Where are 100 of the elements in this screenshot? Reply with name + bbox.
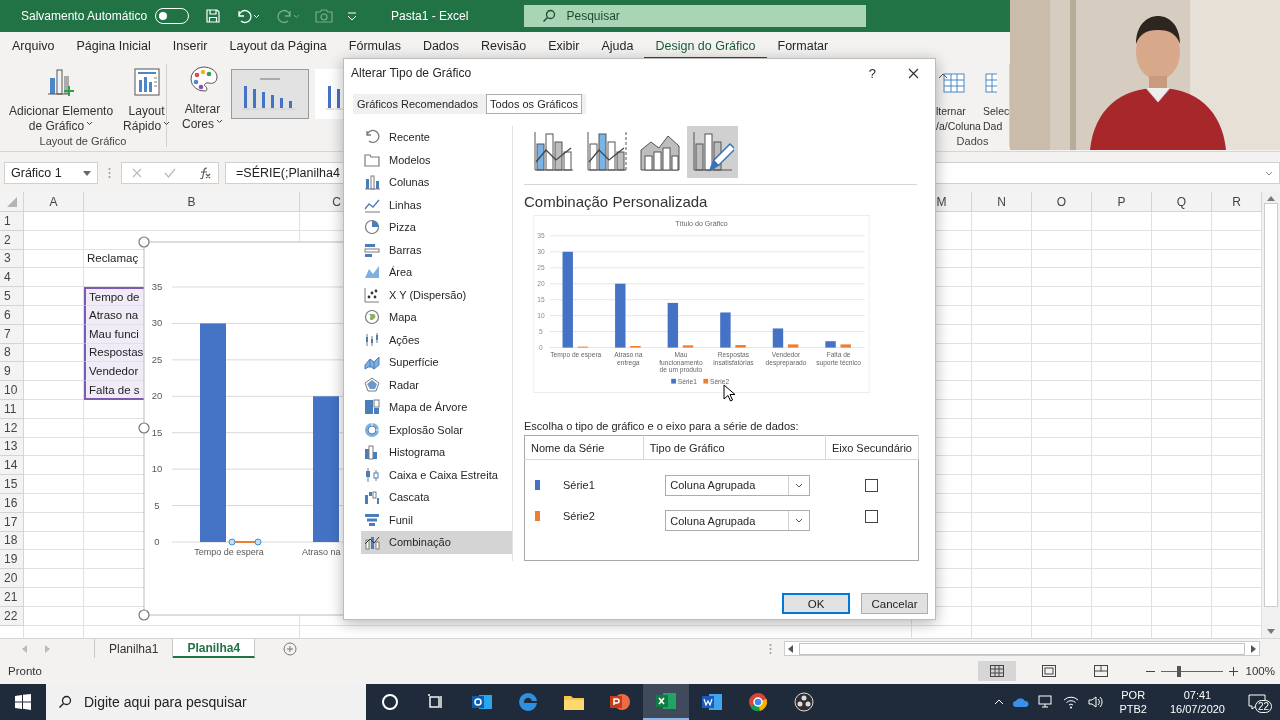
row-header[interactable]: 1	[0, 212, 24, 231]
windows-logo-icon	[15, 694, 31, 710]
cloud-icon	[1013, 697, 1030, 707]
column-header[interactable]: P	[1092, 192, 1152, 212]
column-header[interactable]: R	[1212, 192, 1262, 212]
document-icon	[701, 692, 723, 712]
chart-type-item[interactable]: Barras	[361, 238, 512, 261]
autosave-label: Salvamento Automático	[21, 9, 148, 23]
chart-type-item[interactable]: Superfície	[361, 351, 512, 374]
scatter-chart-icon	[364, 286, 380, 303]
clock-time[interactable]: 07:41	[1183, 688, 1212, 702]
ok-button[interactable]: OK	[782, 593, 850, 614]
chart-type-item[interactable]: Mapa	[361, 306, 512, 329]
group-label: Dados	[955, 134, 990, 148]
folder-icon	[364, 151, 380, 168]
vertical-dots-icon	[769, 642, 772, 655]
search-field[interactable]: Digite aqui para pesquisar	[46, 684, 366, 720]
chart-type-item[interactable]: Colunas	[361, 171, 512, 194]
expand-icon	[1265, 170, 1273, 176]
axis-label: 20	[151, 390, 163, 402]
view-button[interactable]	[977, 661, 1016, 681]
search-field[interactable]: Pesquisar	[524, 5, 867, 27]
chart-type-item[interactable]: Combinação	[361, 531, 512, 554]
chart-type-dropdown[interactable]: Coluna Agrupada	[665, 510, 811, 532]
chart-type-item[interactable]: Caixa e Caixa Estreita	[361, 463, 512, 486]
ribbon-tab[interactable]: Formatar	[766, 32, 840, 60]
column-pencil-icon	[691, 130, 734, 174]
horizontal-scrollbar[interactable]	[784, 641, 1260, 656]
ribbon-button[interactable]: Alterar Cores	[177, 64, 228, 132]
row-header[interactable]: 10	[0, 381, 24, 400]
chart-type-item[interactable]: Pizza	[361, 216, 512, 239]
row-header[interactable]: 9	[0, 362, 24, 382]
clock-date[interactable]: 16/07/2020	[1169, 702, 1225, 716]
secondary-axis-checkbox[interactable]	[865, 510, 879, 524]
ribbon-tab[interactable]: Revisão	[470, 32, 538, 60]
chart-type-item[interactable]: Ações	[361, 328, 512, 351]
slider-thumb[interactable]	[1177, 665, 1182, 677]
column-header[interactable]: N	[972, 192, 1032, 212]
keyboard-indicator[interactable]: PTB2	[1119, 702, 1147, 716]
chart-type-item[interactable]: Recente	[361, 126, 512, 149]
chart-type-dropdown[interactable]: Coluna Agrupada	[665, 474, 811, 496]
network-icon	[1038, 695, 1055, 709]
chart-type-item[interactable]: Histograma	[361, 441, 512, 464]
column-header[interactable]: O	[1032, 192, 1092, 212]
bar-chart-icon	[364, 241, 380, 258]
column-line-chart-icon	[532, 130, 575, 174]
dialog-tab[interactable]: Gráficos Recomendados	[353, 94, 483, 114]
chart-type-item[interactable]: Funil	[361, 508, 512, 531]
row-header[interactable]: 19	[0, 550, 24, 570]
category-label: Tempo de espera	[194, 547, 264, 557]
chart-type-item[interactable]: Radar	[361, 373, 512, 396]
help-button[interactable]: ?	[868, 65, 876, 81]
secondary-axis-checkbox[interactable]	[865, 478, 879, 492]
ribbon-tab[interactable]: Layout da Página	[218, 32, 338, 60]
chart-type-item[interactable]: X Y (Dispersão)	[361, 283, 512, 306]
table-cell: Vendedor	[84, 362, 144, 382]
add-sheet-button[interactable]	[283, 639, 298, 658]
status-text: Pronto	[8, 665, 43, 677]
wifi-icon	[1063, 695, 1080, 709]
resize-handle[interactable]	[138, 422, 150, 434]
ribbon-tab[interactable]: Ajuda	[590, 32, 645, 60]
row-header[interactable]: 5	[0, 287, 24, 306]
ribbon-tab[interactable]: Inserir	[161, 32, 219, 60]
ribbon-tab[interactable]: Fórmulas	[337, 32, 412, 60]
row-header[interactable]: 20	[0, 569, 24, 588]
ribbon-tab[interactable]: Dados	[411, 32, 471, 60]
resize-handle[interactable]	[138, 236, 150, 248]
resize-handle[interactable]	[138, 609, 150, 621]
ribbon-button[interactable]: Selec Dad	[982, 66, 1010, 134]
name-box[interactable]: Gráfico 1	[4, 162, 98, 184]
chart-subtype-button[interactable]	[687, 126, 738, 178]
chart-type-item[interactable]: Explosão Solar	[361, 418, 512, 441]
column-header[interactable]: A	[24, 192, 84, 212]
language-indicator[interactable]: POR	[1121, 688, 1146, 702]
row-header[interactable]: 14	[0, 456, 24, 476]
row-header[interactable]: 15	[0, 475, 24, 494]
axis-label: 5	[154, 499, 160, 511]
spreadsheet-icon	[655, 691, 677, 711]
cancel-button[interactable]: Cancelar	[861, 593, 928, 614]
ribbon-button[interactable]: Layout Rápido	[118, 66, 176, 134]
ribbon-tab[interactable]: Página Inicial	[65, 32, 162, 60]
chart-type-item[interactable]: Modelos	[361, 148, 512, 171]
chart-type-item[interactable]: Mapa de Árvore	[361, 396, 512, 419]
ribbon-tab[interactable]: Exibir	[537, 32, 591, 60]
axis-label: 25	[151, 353, 163, 365]
chart-type-item[interactable]: Cascata	[361, 486, 512, 509]
dialog-tab[interactable]: Todos os Gráficos	[486, 94, 583, 114]
chart-type-item[interactable]: Área	[361, 261, 512, 284]
notification-count: 22	[1254, 700, 1272, 713]
column-header[interactable]: Q	[1152, 192, 1212, 212]
ribbon-button[interactable]: lternar /a/Coluna	[936, 66, 981, 134]
undo-arrow-icon	[364, 129, 380, 146]
ribbon-button[interactable]: Adicionar Elemento de Gráfico	[4, 66, 119, 134]
chart-style-thumbnail[interactable]	[231, 69, 309, 119]
selected-series-marker[interactable]	[228, 538, 262, 546]
ribbon-tab[interactable]: Arquivo	[1, 32, 66, 60]
vertical-scrollbar[interactable]	[1262, 192, 1280, 638]
row-header[interactable]: 4	[0, 268, 24, 288]
column-header[interactable]: B	[84, 192, 300, 212]
sheet-tab[interactable]: Planilha4	[173, 639, 256, 658]
